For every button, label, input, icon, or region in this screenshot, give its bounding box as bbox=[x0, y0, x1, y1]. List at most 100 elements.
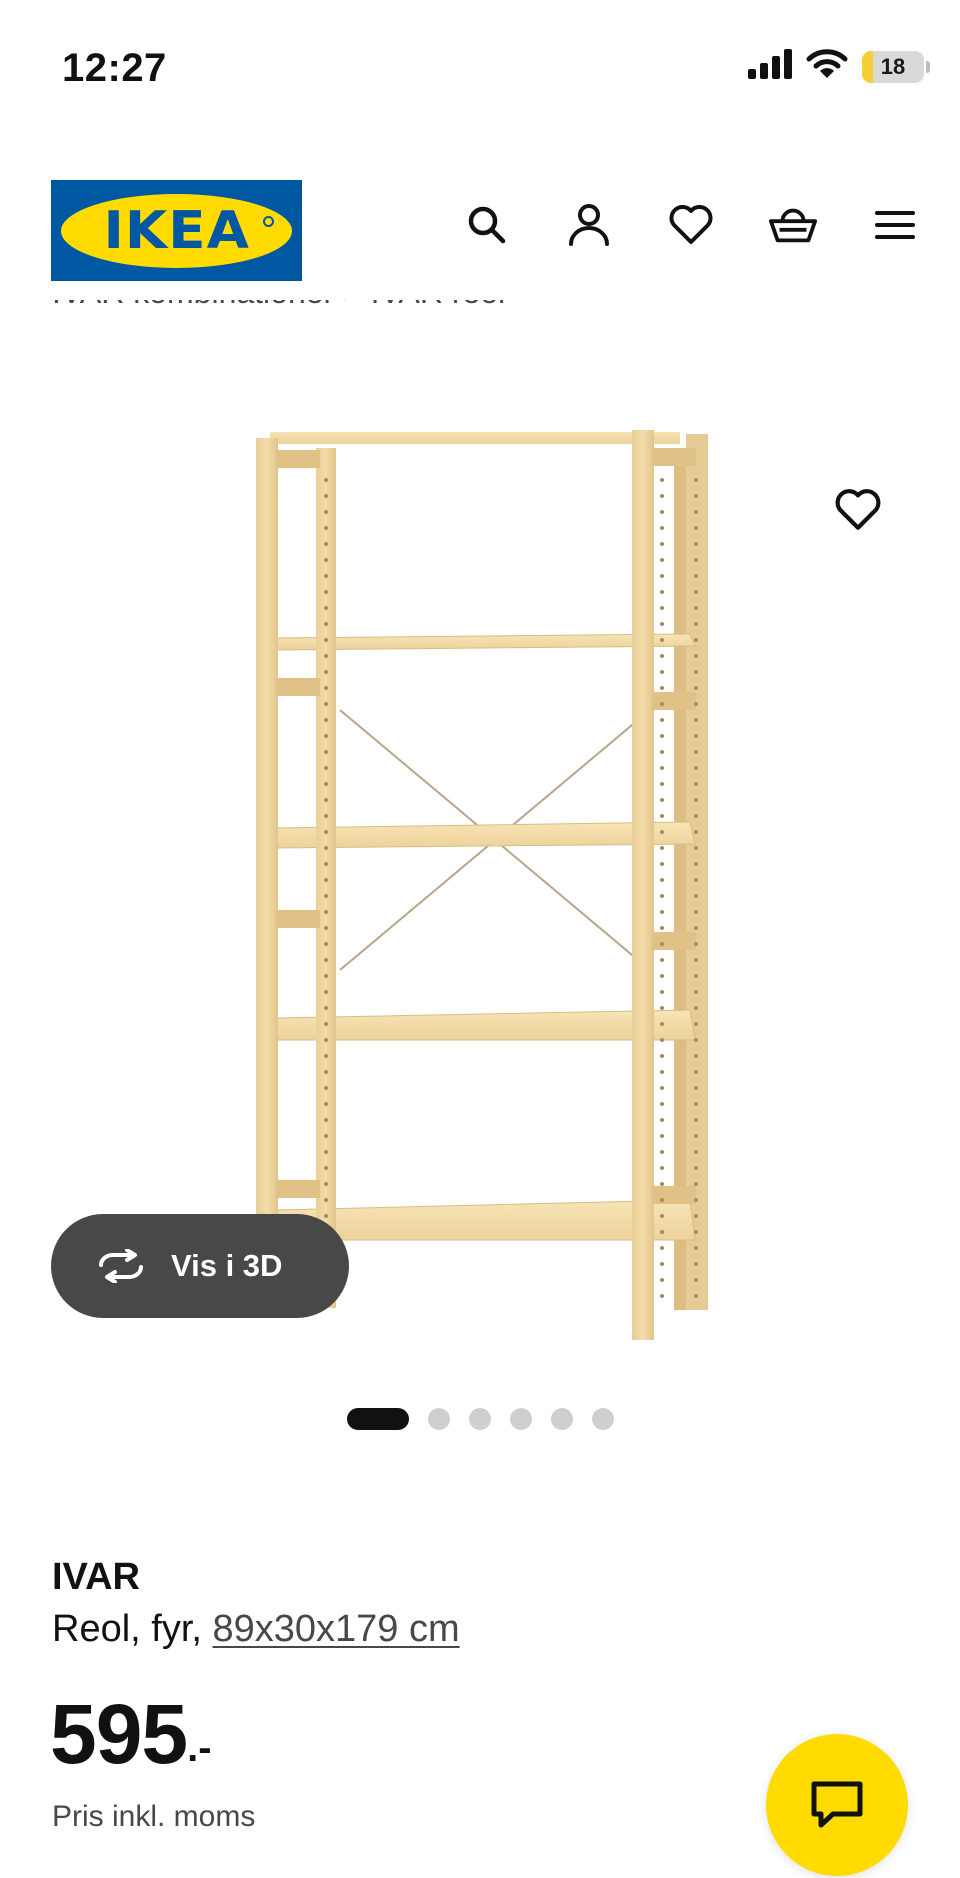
peg-hole bbox=[660, 894, 664, 898]
peg-hole bbox=[324, 910, 328, 914]
gallery-dot[interactable] bbox=[592, 1408, 614, 1430]
price-suffix: .- bbox=[187, 1726, 212, 1770]
peg-hole bbox=[324, 1022, 328, 1026]
peg-hole bbox=[660, 510, 664, 514]
peg-hole bbox=[324, 510, 328, 514]
peg-hole bbox=[660, 990, 664, 994]
peg-hole bbox=[694, 494, 698, 498]
ikea-logo[interactable]: IKEA bbox=[51, 180, 302, 281]
peg-hole bbox=[660, 798, 664, 802]
peg-hole bbox=[660, 926, 664, 930]
account-button[interactable] bbox=[564, 200, 614, 250]
peg-hole bbox=[694, 974, 698, 978]
cellular-signal-icon bbox=[748, 49, 792, 84]
site-header: IKEA bbox=[0, 160, 960, 300]
basket-button[interactable] bbox=[768, 200, 818, 250]
gallery-pagination[interactable] bbox=[347, 1408, 614, 1430]
peg-hole bbox=[694, 894, 698, 898]
product-description: Reol, fyr, 89x30x179 cm bbox=[52, 1608, 460, 1651]
peg-hole bbox=[324, 958, 328, 962]
product-measurements-link[interactable]: 89x30x179 cm bbox=[213, 1608, 460, 1650]
peg-hole bbox=[660, 1150, 664, 1154]
gallery-dot[interactable] bbox=[347, 1408, 409, 1430]
peg-hole bbox=[660, 1294, 664, 1298]
peg-hole bbox=[660, 814, 664, 818]
peg-hole bbox=[324, 622, 328, 626]
header-nav bbox=[462, 200, 920, 250]
peg-hole bbox=[324, 1054, 328, 1058]
add-to-favorites-button[interactable] bbox=[830, 482, 886, 538]
status-bar: 12:27 18 bbox=[0, 0, 960, 140]
peg-hole bbox=[324, 894, 328, 898]
account-icon bbox=[569, 204, 609, 246]
peg-hole bbox=[324, 1006, 328, 1010]
peg-hole bbox=[660, 622, 664, 626]
peg-hole bbox=[660, 1182, 664, 1186]
peg-hole bbox=[660, 910, 664, 914]
peg-hole bbox=[660, 558, 664, 562]
peg-hole bbox=[660, 638, 664, 642]
peg-hole bbox=[694, 1198, 698, 1202]
peg-hole bbox=[660, 958, 664, 962]
peg-hole bbox=[694, 1150, 698, 1154]
peg-hole bbox=[660, 670, 664, 674]
peg-hole bbox=[660, 1022, 664, 1026]
peg-hole bbox=[324, 542, 328, 546]
logo-oval: IKEA bbox=[61, 193, 292, 268]
peg-hole bbox=[324, 1214, 328, 1218]
peg-hole bbox=[660, 654, 664, 658]
peg-hole bbox=[694, 846, 698, 850]
peg-hole bbox=[694, 1102, 698, 1106]
peg-hole bbox=[694, 1134, 698, 1138]
peg-hole bbox=[694, 926, 698, 930]
peg-hole bbox=[324, 846, 328, 850]
peg-hole bbox=[694, 542, 698, 546]
peg-hole bbox=[324, 718, 328, 722]
peg-hole bbox=[324, 1166, 328, 1170]
peg-hole bbox=[324, 574, 328, 578]
gallery-dot[interactable] bbox=[428, 1408, 450, 1430]
menu-button[interactable] bbox=[870, 200, 920, 250]
peg-hole bbox=[324, 1038, 328, 1042]
peg-hole bbox=[324, 1102, 328, 1106]
peg-hole bbox=[694, 670, 698, 674]
peg-hole bbox=[660, 766, 664, 770]
breadcrumb[interactable]: IVAR kombinationer > IVAR reol bbox=[52, 300, 752, 340]
peg-hole bbox=[694, 606, 698, 610]
peg-hole bbox=[324, 766, 328, 770]
breadcrumb-text[interactable]: IVAR kombinationer > IVAR reol bbox=[52, 300, 505, 311]
peg-hole bbox=[694, 1182, 698, 1186]
peg-hole bbox=[324, 974, 328, 978]
chat-button[interactable] bbox=[766, 1734, 908, 1876]
peg-hole bbox=[694, 1118, 698, 1122]
peg-hole bbox=[324, 830, 328, 834]
peg-hole bbox=[324, 798, 328, 802]
peg-hole bbox=[694, 942, 698, 946]
peg-hole bbox=[694, 766, 698, 770]
peg-hole bbox=[694, 1086, 698, 1090]
peg-hole bbox=[660, 1054, 664, 1058]
peg-hole bbox=[694, 1230, 698, 1234]
gallery-dot[interactable] bbox=[510, 1408, 532, 1430]
peg-hole bbox=[660, 750, 664, 754]
peg-hole bbox=[694, 1294, 698, 1298]
gallery-dot[interactable] bbox=[551, 1408, 573, 1430]
peg-hole bbox=[324, 862, 328, 866]
logo-text: IKEA bbox=[103, 200, 250, 261]
search-button[interactable] bbox=[462, 200, 512, 250]
peg-hole bbox=[694, 862, 698, 866]
peg-hole bbox=[324, 942, 328, 946]
product-gallery[interactable]: Vis i 3D bbox=[0, 340, 960, 1430]
view-in-3d-button[interactable]: Vis i 3D bbox=[51, 1214, 349, 1318]
menu-icon bbox=[875, 211, 915, 239]
peg-hole bbox=[324, 734, 328, 738]
favorites-button[interactable] bbox=[666, 200, 716, 250]
peg-hole bbox=[324, 606, 328, 610]
peg-hole bbox=[694, 910, 698, 914]
peg-hole bbox=[660, 974, 664, 978]
gallery-dot[interactable] bbox=[469, 1408, 491, 1430]
peg-hole bbox=[694, 958, 698, 962]
peg-hole bbox=[324, 1150, 328, 1154]
peg-hole bbox=[324, 990, 328, 994]
battery-icon: 18 bbox=[862, 50, 924, 83]
